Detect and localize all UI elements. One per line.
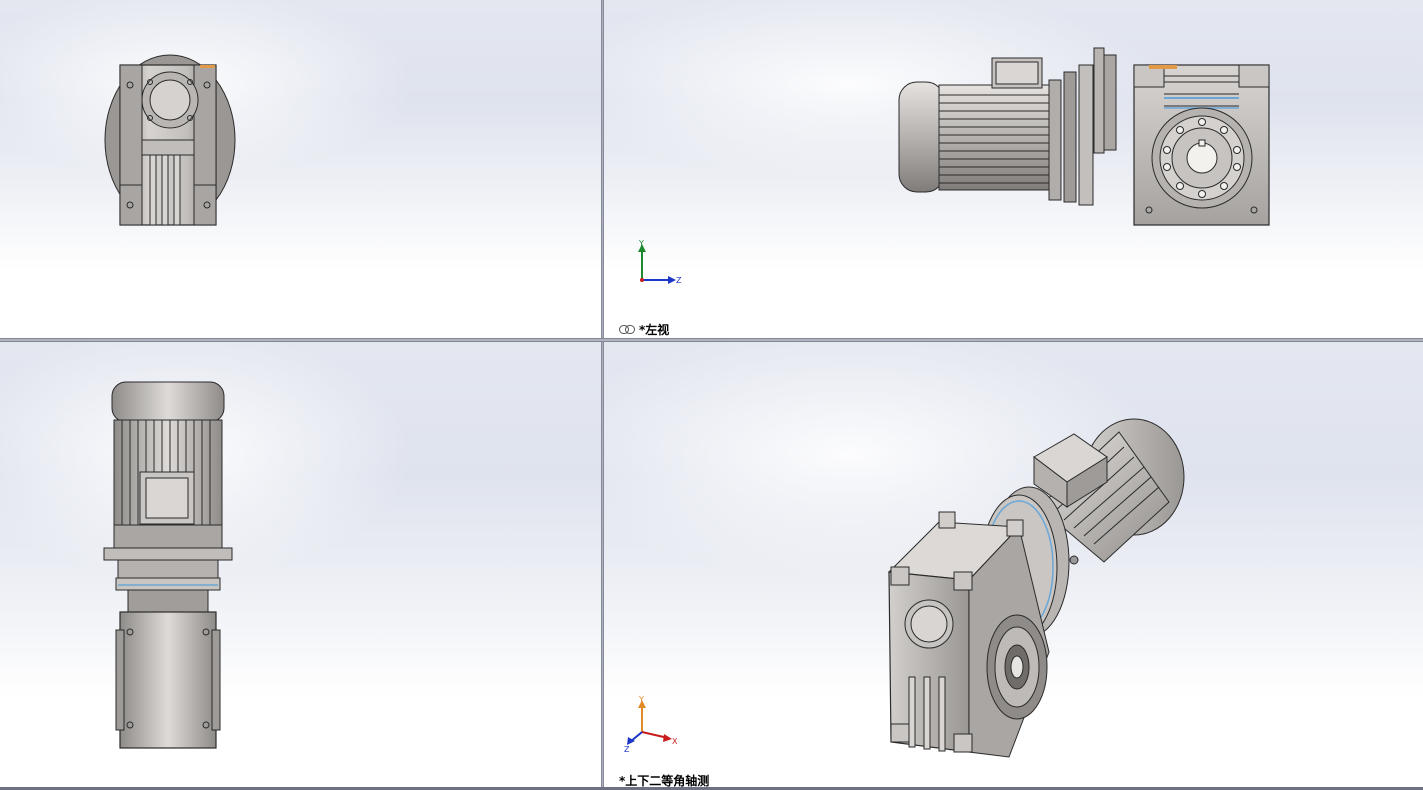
axis-y-label-iso: Y — [638, 695, 644, 704]
viewport-top-left[interactable] — [0, 0, 601, 338]
model-front-view[interactable] — [95, 45, 245, 230]
viewport-splitter-vertical[interactable] — [601, 0, 604, 790]
axis-triad-icon: Y Z — [638, 239, 682, 285]
viewport-top-right[interactable]: Y Z *左视 — [604, 0, 1423, 338]
chain-link-icon[interactable] — [619, 325, 635, 334]
view-name-left: *左视 — [639, 323, 670, 337]
axis-x-label-iso: X — [672, 737, 678, 746]
view-label-left: *左视 — [619, 321, 669, 338]
viewport-splitter-horizontal[interactable] — [0, 338, 1423, 342]
viewport-bottom-right[interactable]: Y X Z *上下二等角轴测 — [604, 342, 1423, 790]
model-left-view[interactable] — [894, 40, 1284, 235]
viewport-bottom-left[interactable] — [0, 342, 601, 790]
model-isometric-view[interactable] — [879, 412, 1199, 767]
axis-y-label: Y — [638, 239, 644, 248]
axis-triad-iso-icon: Y X Z — [624, 695, 678, 754]
model-top-view[interactable] — [100, 380, 240, 752]
axis-z-label: Z — [676, 276, 682, 285]
axis-z-label-iso: Z — [624, 745, 630, 754]
